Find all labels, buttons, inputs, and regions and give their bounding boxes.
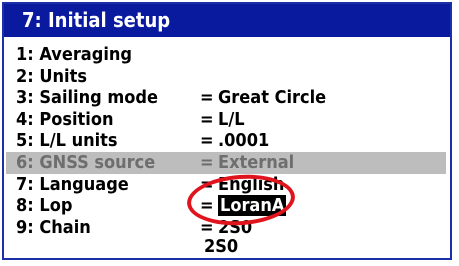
menu-item-label: 4: Position — [16, 108, 114, 130]
equals-sign: = — [200, 151, 214, 173]
menu-item-label: 8: Lop — [16, 195, 73, 217]
lop-selected-value[interactable]: LoranA — [218, 195, 287, 217]
equals-sign: = — [200, 87, 214, 109]
menu-item-label: 6: GNSS source — [16, 151, 156, 173]
settings-menu: 1: Averaging 2: Units 3: Sailing mode = G… — [6, 44, 446, 238]
menu-item-label: 9: Chain — [16, 216, 91, 238]
gnss-source-value: External — [218, 151, 295, 173]
initial-setup-window: 7: Initial setup 1: Averaging 2: Units 3… — [2, 2, 452, 260]
menu-item-language[interactable]: 7: Language = English — [16, 174, 440, 196]
menu-item-sailing-mode[interactable]: 3: Sailing mode = Great Circle — [16, 87, 440, 109]
menu-item-units[interactable]: 2: Units — [16, 66, 440, 88]
menu-item-label: 3: Sailing mode — [16, 87, 158, 109]
position-value: L/L — [218, 108, 245, 130]
dropdown-option[interactable]: 2S0 — [204, 236, 238, 258]
language-value: English — [218, 173, 285, 195]
menu-item-label: 5: L/L units — [16, 130, 118, 152]
menu-item-lop[interactable]: 8: Lop = LoranA — [16, 195, 440, 217]
menu-item-label: 7: Language — [16, 173, 129, 195]
menu-item-value: = .0001 — [200, 130, 269, 152]
menu-item-gnss-source: 6: GNSS source = External — [6, 151, 446, 174]
window-title: 7: Initial setup — [4, 4, 450, 37]
menu-item-value: = External — [200, 152, 294, 174]
menu-item-label: 2: Units — [16, 65, 87, 87]
equals-sign: = — [200, 173, 214, 195]
menu-item-value: = LoranA — [200, 195, 287, 217]
sailing-mode-value: Great Circle — [218, 87, 327, 109]
equals-sign: = — [200, 108, 214, 130]
menu-item-ll-units[interactable]: 5: L/L units = .0001 — [16, 130, 440, 152]
menu-item-averaging[interactable]: 1: Averaging — [16, 44, 440, 66]
equals-sign: = — [200, 195, 214, 217]
menu-item-value: = Great Circle — [200, 87, 326, 109]
menu-item-value: = L/L — [200, 109, 245, 131]
ll-units-value: .0001 — [218, 130, 270, 152]
menu-item-value: = English — [200, 174, 284, 196]
menu-item-position[interactable]: 4: Position = L/L — [16, 109, 440, 131]
chain-value[interactable]: 2S0 — [218, 217, 252, 238]
equals-sign: = — [200, 130, 214, 152]
menu-item-label: 1: Averaging — [16, 44, 132, 65]
